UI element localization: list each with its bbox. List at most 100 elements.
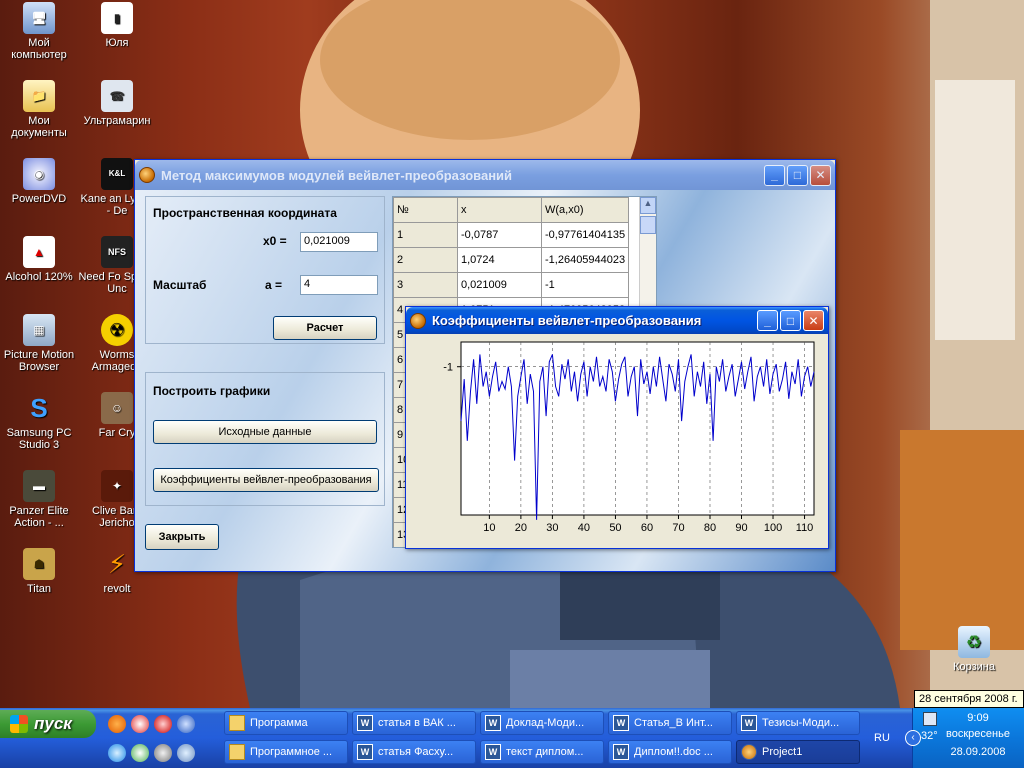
quicklaunch-icon[interactable] bbox=[154, 744, 172, 762]
x-tick-label: 60 bbox=[641, 522, 653, 534]
quicklaunch-icon[interactable] bbox=[154, 715, 172, 733]
a-field[interactable]: 4 bbox=[300, 275, 378, 295]
desktop-icon-ultramarin[interactable]: ☎ Ультрамарин bbox=[78, 80, 156, 127]
table-row[interactable]: 3 0,021009 -1 bbox=[393, 272, 630, 298]
x-tick-label: 80 bbox=[704, 522, 716, 534]
taskbar-item[interactable]: Программа bbox=[224, 711, 348, 735]
close-icon[interactable]: ✕ bbox=[803, 310, 824, 331]
x0-field[interactable]: 0,021009 bbox=[300, 232, 378, 252]
table-row[interactable]: 1 -0,0787 -0,97761404135 bbox=[393, 222, 630, 248]
taskbar-item[interactable]: W Тезисы-Моди... bbox=[736, 711, 860, 735]
chart-window[interactable]: Коэффициенты вейвлет-преобразования _ □ … bbox=[405, 306, 829, 549]
tray-expand-icon[interactable]: ‹ bbox=[905, 730, 921, 746]
grid-cell[interactable]: -1 bbox=[540, 272, 630, 298]
scroll-up-icon[interactable]: ▲ bbox=[640, 197, 656, 214]
desktop-icon-alcohol[interactable]: ▲ Alcohol 120% bbox=[0, 236, 78, 283]
x-tick-label: 100 bbox=[764, 522, 782, 534]
desktop-icon-samsung[interactable]: S Samsung PC Studio 3 bbox=[0, 392, 78, 451]
language-indicator[interactable]: RU bbox=[874, 732, 890, 744]
nfs-icon: NFS bbox=[101, 236, 133, 268]
clock-time[interactable]: 9:09 bbox=[939, 712, 1017, 724]
radiation-icon: ☢ bbox=[101, 314, 133, 346]
internet-explorer-icon[interactable] bbox=[108, 744, 126, 762]
lightning-icon: ⚡ bbox=[107, 549, 127, 579]
taskbar-item[interactable]: W Диплом!!.doc ... bbox=[608, 740, 732, 764]
word-icon: W bbox=[741, 715, 757, 731]
x-tick-label: 40 bbox=[578, 522, 590, 534]
grid-cell[interactable]: -1,26405944023 bbox=[540, 247, 630, 273]
plots-group-title: Построить графики bbox=[153, 384, 271, 398]
computer-icon: 🖥 bbox=[23, 2, 55, 34]
x-tick-label: 30 bbox=[546, 522, 558, 534]
temperature-indicator: 32° bbox=[921, 730, 938, 742]
desktop-icon-titan[interactable]: ☗ Titan bbox=[0, 548, 78, 595]
chart-window-title: Коэффициенты вейвлет-преобразования bbox=[432, 313, 702, 328]
x-tick-label: 50 bbox=[609, 522, 621, 534]
taskbar-item[interactable]: Wтекст диплом... bbox=[480, 740, 604, 764]
x-tick-label: 20 bbox=[515, 522, 527, 534]
app-icon bbox=[410, 312, 426, 329]
coordinate-group-title: Пространственная координата bbox=[153, 206, 337, 220]
minimize-icon[interactable]: _ bbox=[764, 164, 785, 186]
start-button[interactable]: пуск bbox=[0, 710, 96, 738]
table-row[interactable]: 2 1,0724 -1,26405944023 bbox=[393, 247, 630, 273]
main-window-title: Метод максимумов модулей вейвлет-преобра… bbox=[161, 167, 513, 183]
desktop-icon-my-documents[interactable]: 📁 Мои документы bbox=[0, 80, 78, 139]
source-data-button[interactable]: Исходные данные bbox=[153, 420, 377, 444]
clock-date: 28.09.2008 bbox=[950, 746, 1006, 758]
taskbar-item-project1[interactable]: Project1 bbox=[736, 740, 860, 764]
maximize-icon[interactable]: □ bbox=[787, 164, 808, 186]
taskbar: пуск Программа Wстатья в ВАК ... W Доклад… bbox=[0, 708, 1024, 768]
quicklaunch-icon[interactable] bbox=[177, 744, 195, 762]
quicklaunch-icon[interactable] bbox=[177, 715, 195, 733]
scroll-thumb[interactable] bbox=[640, 216, 656, 234]
clock-day: воскресенье bbox=[946, 728, 1010, 740]
desktop-icon-recycle-bin[interactable]: ♻ Корзина bbox=[935, 626, 1013, 673]
taskbar-item[interactable]: Программное ... bbox=[224, 740, 348, 764]
chart-window-titlebar[interactable]: Коэффициенты вейвлет-преобразования _ □ … bbox=[406, 307, 828, 334]
desktop-icon-panzer[interactable]: ▬ Panzer Elite Action - ... bbox=[0, 470, 78, 529]
taskbar-item[interactable]: Wстатья Фасху... bbox=[352, 740, 476, 764]
grid-cell[interactable]: -0,0787 bbox=[457, 222, 542, 248]
desktop-icon-my-computer[interactable]: 🖥 Мой компьютер bbox=[0, 2, 78, 61]
titan-icon: ☗ bbox=[23, 548, 55, 580]
coefficients-button[interactable]: Коэффициенты вейвлет-преобразования bbox=[153, 468, 379, 492]
x0-label: x0 = bbox=[263, 234, 287, 248]
quicklaunch-icon[interactable] bbox=[131, 744, 149, 762]
jericho-icon: ✦ bbox=[101, 470, 133, 502]
x-tick-label: 10 bbox=[483, 522, 495, 534]
taskbar-item[interactable]: W Доклад-Моди... bbox=[480, 711, 604, 735]
grid-cell[interactable]: -0,97761404135 bbox=[540, 222, 630, 248]
grid-header-w: W(a,x0) bbox=[540, 197, 630, 223]
grid-header-no: № bbox=[393, 197, 458, 223]
close-button[interactable]: Закрыть bbox=[145, 524, 219, 550]
farcry-icon: ☺ bbox=[101, 392, 133, 424]
tank-icon: ▬ bbox=[23, 470, 55, 502]
folder-icon bbox=[229, 715, 245, 731]
main-window-titlebar[interactable]: Метод максимумов модулей вейвлет-преобра… bbox=[135, 160, 835, 190]
taskbar-item[interactable]: Wстатья в ВАК ... bbox=[352, 711, 476, 735]
x-tick-label: 70 bbox=[672, 522, 684, 534]
word-icon: W bbox=[485, 715, 501, 731]
desktop-icon-powerdvd[interactable]: ◉ PowerDVD bbox=[0, 158, 78, 205]
windows-flag-icon bbox=[10, 715, 28, 733]
grid-cell: 2 bbox=[393, 247, 458, 273]
desktop-icon-yulya[interactable]: ▮ Юля bbox=[78, 2, 156, 49]
calculate-button[interactable]: Расчет bbox=[273, 316, 377, 340]
grid-cell: 1 bbox=[393, 222, 458, 248]
quicklaunch-icon[interactable] bbox=[131, 715, 149, 733]
game-icon: K&L bbox=[101, 158, 133, 190]
photo-icon: ▦ bbox=[23, 314, 55, 346]
minimize-icon[interactable]: _ bbox=[757, 310, 778, 331]
folder-icon bbox=[229, 744, 245, 760]
maximize-icon[interactable]: □ bbox=[780, 310, 801, 331]
system-tray: ‹ 32° 9:09 воскресенье 28.09.2008 bbox=[905, 708, 1024, 768]
grid-cell: 3 bbox=[393, 272, 458, 298]
desktop-icon-picture-motion[interactable]: ▦ Picture Motion Browser bbox=[0, 314, 78, 373]
close-icon[interactable]: ✕ bbox=[810, 164, 831, 186]
quicklaunch-icon[interactable] bbox=[108, 715, 126, 733]
taskbar-item[interactable]: W Статья_В Инт... bbox=[608, 711, 732, 735]
grid-cell[interactable]: 0,021009 bbox=[457, 272, 542, 298]
network-tray-icon[interactable] bbox=[923, 712, 937, 726]
grid-cell[interactable]: 1,0724 bbox=[457, 247, 542, 273]
